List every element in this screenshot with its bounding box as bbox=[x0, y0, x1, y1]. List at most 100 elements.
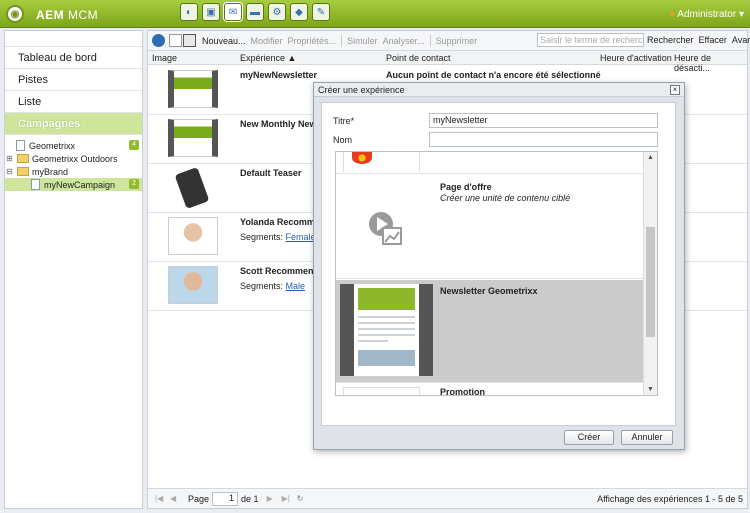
sidebar: Tableau de bord Pistes Liste Campagnes G… bbox=[4, 30, 143, 509]
divider bbox=[429, 34, 431, 47]
tree-node-mybrand[interactable]: ⊟ myBrand bbox=[5, 165, 142, 178]
sidebar-item-leads[interactable]: Pistes bbox=[5, 69, 142, 91]
page-count: de 1 bbox=[241, 493, 259, 504]
template-item[interactable] bbox=[336, 152, 644, 174]
experience-name: Scott Recommends bbox=[240, 266, 325, 276]
user-icon: ● bbox=[669, 9, 676, 20]
app-switcher: ◐ ▣ ✉ ▬ ⚙ ◆ ✎ bbox=[180, 3, 330, 21]
page-icon bbox=[16, 140, 25, 151]
promo-graphic bbox=[352, 152, 372, 164]
campaign-tree: Geometrixx 4 ⊞ Geometrixx Outdoors ⊟ myBran… bbox=[5, 135, 142, 191]
tree-label: Geometrixx bbox=[29, 140, 76, 151]
app-title-rest: MCM bbox=[64, 8, 99, 22]
tagging-icon[interactable]: ◆ bbox=[290, 3, 308, 21]
paging-status: Affichage des expériences 1 - 5 de 5 bbox=[597, 494, 743, 504]
segment-link[interactable]: Male bbox=[286, 281, 306, 291]
refresh-icon[interactable]: ↻ bbox=[297, 494, 306, 503]
user-name: Administrator bbox=[677, 9, 737, 20]
sidebar-item-dashboard[interactable]: Tableau de bord bbox=[5, 47, 142, 69]
tree-node-mynewcampaign[interactable]: myNewCampaign 2 bbox=[5, 178, 142, 191]
template-name: Page d'offre bbox=[440, 182, 492, 192]
refresh-icon[interactable] bbox=[152, 34, 165, 47]
template-name: Newsletter Geometrixx bbox=[440, 286, 538, 296]
template-thumbnail bbox=[343, 152, 420, 172]
digital-assets-icon[interactable]: ▣ bbox=[202, 3, 220, 21]
name-label: Nom bbox=[333, 135, 353, 145]
woman-photo-thumbnail bbox=[168, 217, 218, 255]
column-touchpoint[interactable]: Point de contact bbox=[386, 53, 451, 63]
tree-label: myNewCampaign bbox=[44, 179, 116, 190]
table-header: Image Expérience ▲ Point de contact Heur… bbox=[148, 51, 747, 73]
tree-label: myBrand bbox=[32, 166, 69, 177]
pagination-bar: |◀ ◀ Page 1 de 1 ▶ ▶| ↻ Affichage des ex… bbox=[148, 488, 747, 508]
create-button[interactable]: Créer bbox=[564, 430, 614, 445]
segment-label: Segments: bbox=[240, 232, 284, 242]
app-title-bold: AEM bbox=[36, 8, 65, 22]
delete-button[interactable]: Supprimer bbox=[436, 36, 478, 46]
campaigns-icon[interactable]: ✉ bbox=[224, 3, 242, 21]
column-image[interactable]: Image bbox=[152, 53, 177, 63]
template-name: Promotion bbox=[440, 387, 485, 396]
search-button[interactable]: Rechercher bbox=[647, 35, 694, 45]
expand-icon[interactable]: ⊞ bbox=[5, 154, 14, 163]
dialog-body: Titre* myNewsletter Nom Page d'offre Cré… bbox=[321, 102, 676, 426]
column-on-time[interactable]: Heure d'activation bbox=[600, 53, 672, 63]
tree-node-geometrixx-outdoors[interactable]: ⊞ Geometrixx Outdoors bbox=[5, 152, 142, 165]
page-input[interactable]: 1 bbox=[212, 491, 239, 506]
prev-page-icon[interactable]: ◀ bbox=[170, 494, 179, 503]
scroll-up-icon[interactable]: ▲ bbox=[647, 154, 654, 161]
analyse-button[interactable]: Analyser... bbox=[383, 36, 425, 46]
edit-button[interactable]: Modifier bbox=[251, 36, 283, 46]
cancel-button[interactable]: Annuler bbox=[621, 430, 673, 445]
template-item[interactable]: Page d'offre Créer une unité de contenu … bbox=[336, 174, 644, 279]
grid-view-icon[interactable] bbox=[169, 34, 182, 47]
page-label: Page bbox=[188, 493, 210, 504]
segment-link[interactable]: Female bbox=[286, 232, 316, 242]
sidebar-spacer bbox=[5, 31, 142, 47]
divider bbox=[341, 34, 343, 47]
clear-button[interactable]: Effacer bbox=[699, 35, 727, 45]
segment-info: Segments: Male bbox=[240, 281, 305, 291]
tools-icon[interactable]: ⚙ bbox=[268, 3, 286, 21]
list-view-icon[interactable] bbox=[183, 34, 196, 47]
template-item[interactable]: Promotion bbox=[336, 384, 644, 396]
man-photo-thumbnail bbox=[168, 266, 218, 304]
websites-icon[interactable]: ◐ bbox=[180, 3, 198, 21]
sidebar-item-lists[interactable]: Liste bbox=[5, 91, 142, 113]
advanced-button[interactable]: Avancé bbox=[732, 35, 750, 45]
user-menu[interactable]: ● Administrator ▾ bbox=[669, 9, 744, 20]
search-input[interactable]: Saisir le terme de recherche bbox=[537, 33, 644, 47]
community-icon[interactable]: ▬ bbox=[246, 3, 264, 21]
toolbar: Nouveau... Modifier Propriétés... Simule… bbox=[148, 31, 750, 51]
scroll-down-icon[interactable]: ▼ bbox=[647, 386, 654, 393]
page-icon bbox=[31, 179, 40, 190]
experience-name: Yolanda Recomme bbox=[240, 217, 320, 227]
app-title: AEM MCM bbox=[36, 8, 98, 22]
tree-node-geometrixx[interactable]: Geometrixx 4 bbox=[5, 139, 142, 152]
template-item-selected[interactable]: Newsletter Geometrixx bbox=[336, 280, 644, 383]
aem-logo-icon[interactable]: ◉ bbox=[6, 5, 24, 23]
folder-icon bbox=[17, 154, 29, 163]
simulate-button[interactable]: Simuler bbox=[347, 36, 378, 46]
segment-label: Segments: bbox=[240, 281, 284, 291]
close-icon[interactable]: × bbox=[670, 85, 680, 95]
count-badge: 4 bbox=[129, 140, 139, 150]
collapse-icon[interactable]: ⊟ bbox=[5, 167, 14, 176]
properties-button[interactable]: Propriétés... bbox=[288, 36, 337, 46]
video-play-icon bbox=[369, 212, 402, 245]
name-field[interactable] bbox=[429, 132, 658, 147]
scrollbar-thumb[interactable] bbox=[646, 227, 655, 337]
sidebar-item-campaigns[interactable]: Campagnes bbox=[5, 113, 142, 135]
template-list: Page d'offre Créer une unité de contenu … bbox=[335, 151, 658, 396]
inbox-icon[interactable]: ✎ bbox=[312, 3, 330, 21]
template-description: Créer une unité de contenu ciblé bbox=[440, 193, 571, 203]
count-badge: 2 bbox=[129, 179, 139, 189]
template-list-scrollbar[interactable]: ▲ ▼ bbox=[643, 152, 657, 395]
title-field[interactable]: myNewsletter bbox=[429, 113, 658, 128]
column-experience[interactable]: Expérience ▲ bbox=[240, 53, 296, 63]
last-page-icon[interactable]: ▶| bbox=[282, 494, 291, 503]
first-page-icon[interactable]: |◀ bbox=[155, 494, 164, 503]
next-page-icon[interactable]: ▶ bbox=[267, 494, 276, 503]
tree-label: Geometrixx Outdoors bbox=[32, 153, 118, 164]
new-button[interactable]: Nouveau... bbox=[202, 36, 246, 46]
